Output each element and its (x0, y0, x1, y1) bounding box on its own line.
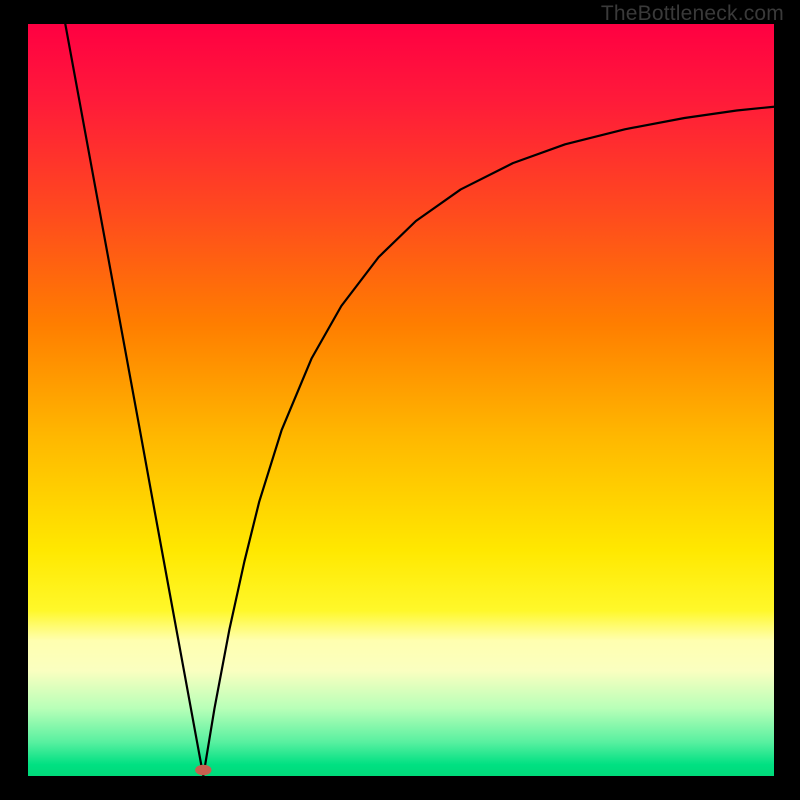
watermark-text: TheBottleneck.com (601, 2, 784, 26)
optimum-marker (195, 765, 211, 776)
gradient-background (28, 24, 774, 776)
plot-area (28, 24, 774, 776)
chart-svg (28, 24, 774, 776)
chart-frame: TheBottleneck.com (0, 0, 800, 800)
